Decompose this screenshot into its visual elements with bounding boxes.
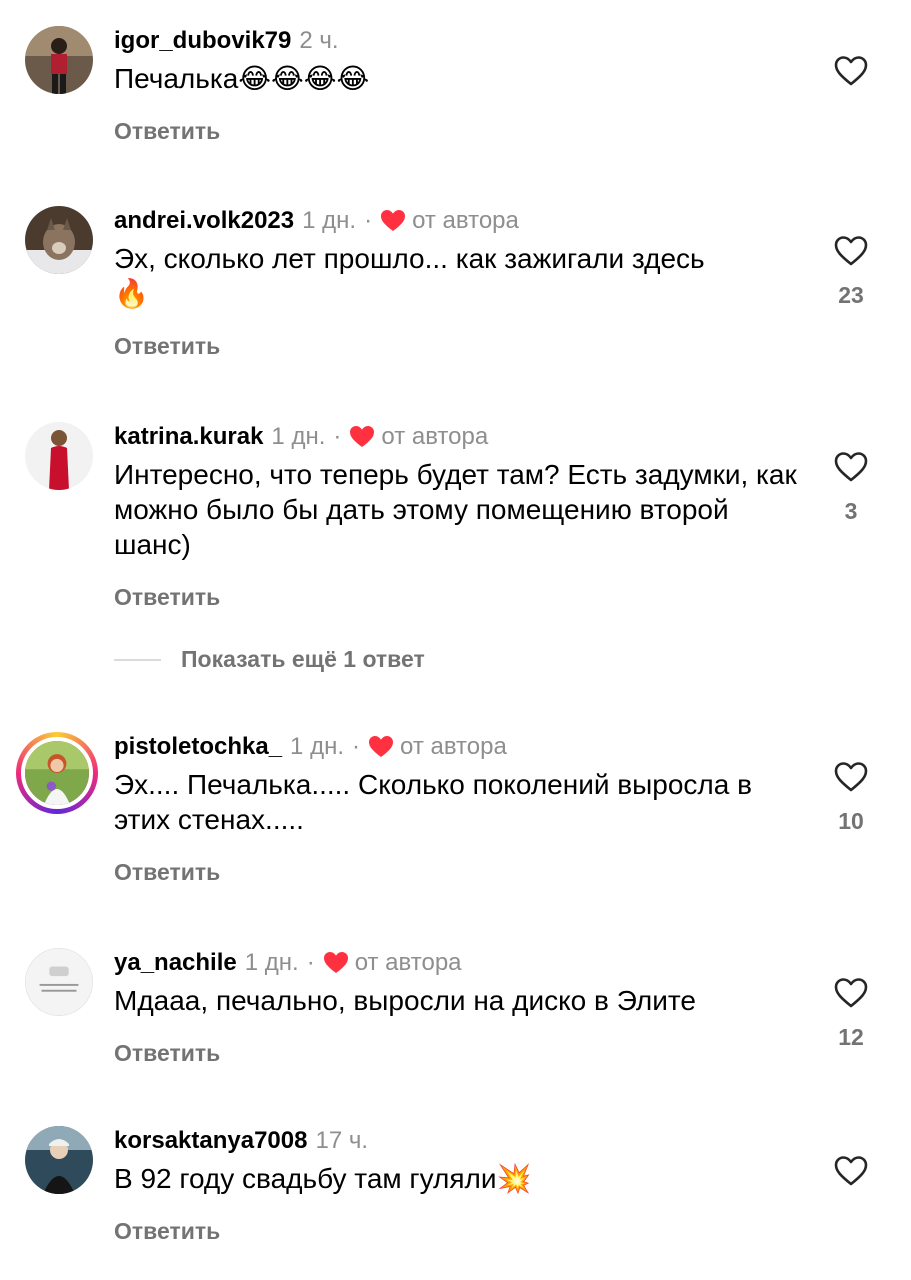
avatar-image bbox=[25, 1126, 93, 1194]
avatar[interactable] bbox=[25, 1126, 93, 1194]
reply-button[interactable]: Ответить bbox=[114, 118, 801, 145]
heart-outline-icon bbox=[834, 978, 868, 1008]
avatar-image bbox=[25, 206, 93, 274]
username[interactable]: pistoletochka_ bbox=[114, 732, 282, 762]
comment-text: Эх.... Печалька..... Сколько поколений в… bbox=[114, 769, 752, 835]
like-button[interactable] bbox=[831, 56, 871, 86]
heart-outline-icon bbox=[834, 1156, 868, 1186]
comment-text: Интересно, что теперь будет там? Есть за… bbox=[114, 459, 797, 560]
author-liked-label: от автора bbox=[412, 207, 519, 234]
timestamp: 1 дн. bbox=[244, 949, 299, 976]
separator-dot: · bbox=[364, 207, 373, 234]
show-more-replies-label: Показать ещё 1 ответ bbox=[181, 646, 425, 672]
divider-line bbox=[114, 658, 161, 661]
laughing-emoji-icon: 😂😂😂😂 bbox=[238, 63, 370, 94]
heart-outline-icon bbox=[834, 762, 868, 792]
comment-text: Эх, сколько лет прошло... как зажигали з… bbox=[114, 241, 801, 311]
heart-filled-icon bbox=[381, 210, 406, 231]
separator-dot: · bbox=[352, 733, 360, 760]
comment-text-content: Эх, сколько лет прошло... как зажигали з… bbox=[114, 243, 705, 274]
comment-text: Мдааа, печально, выросли на диско в Элит… bbox=[114, 985, 696, 1016]
username[interactable]: igor_dubovik79 bbox=[114, 26, 291, 56]
fire-emoji-icon: 🔥 bbox=[114, 278, 149, 309]
timestamp: 1 дн. bbox=[271, 423, 326, 450]
like-button[interactable] bbox=[831, 1156, 871, 1186]
separator-dot: · bbox=[333, 423, 342, 450]
heart-filled-icon bbox=[369, 736, 393, 757]
like-button[interactable]: 3 bbox=[831, 452, 871, 525]
username[interactable]: andrei.volk2023 bbox=[114, 206, 294, 236]
like-button[interactable]: 23 bbox=[831, 236, 871, 309]
like-button[interactable]: 12 bbox=[831, 978, 871, 1051]
separator-dot: · bbox=[306, 949, 315, 976]
comment-text: Печалька😂😂😂😂 bbox=[114, 61, 801, 96]
username[interactable]: ya_nachile bbox=[114, 948, 237, 978]
avatar-image bbox=[25, 741, 89, 805]
reply-button[interactable]: Ответить bbox=[114, 1040, 801, 1067]
heart-filled-icon bbox=[323, 952, 348, 973]
show-more-replies-button[interactable]: Показать ещё 1 ответ bbox=[114, 646, 425, 673]
comment-text-content: Печалька bbox=[114, 63, 239, 94]
like-count: 23 bbox=[838, 282, 864, 308]
avatar[interactable] bbox=[25, 206, 93, 274]
author-liked-label: от автора bbox=[381, 423, 489, 450]
avatar-image bbox=[25, 26, 93, 94]
avatar-story-ring[interactable] bbox=[16, 732, 98, 814]
comment-text: В 92 году свадьбу там гуляли💥 bbox=[114, 1161, 801, 1196]
like-count: 3 bbox=[844, 498, 858, 524]
timestamp: 2 ч. bbox=[299, 27, 339, 54]
collision-emoji-icon: 💥 bbox=[496, 1163, 532, 1194]
avatar-image bbox=[26, 949, 92, 1015]
reply-button[interactable]: Ответить bbox=[114, 859, 801, 886]
heart-outline-icon bbox=[834, 56, 868, 86]
heart-outline-icon bbox=[834, 452, 868, 482]
username[interactable]: korsaktanya7008 bbox=[114, 1126, 307, 1156]
timestamp: 1 дн. bbox=[290, 733, 344, 760]
heart-filled-icon bbox=[350, 426, 375, 447]
avatar[interactable] bbox=[25, 948, 93, 1016]
avatar[interactable] bbox=[25, 26, 93, 94]
timestamp: 1 дн. bbox=[302, 207, 357, 234]
reply-button[interactable]: Ответить bbox=[114, 1218, 801, 1245]
like-count: 10 bbox=[838, 808, 864, 834]
timestamp: 17 ч. bbox=[315, 1127, 369, 1154]
like-button[interactable]: 10 bbox=[831, 762, 871, 835]
avatar-image bbox=[25, 422, 93, 490]
avatar[interactable] bbox=[25, 422, 93, 490]
reply-button[interactable]: Ответить bbox=[114, 333, 801, 360]
comment-text-content: В 92 году свадьбу там гуляли bbox=[114, 1163, 497, 1194]
like-count: 12 bbox=[838, 1024, 864, 1050]
username[interactable]: katrina.kurak bbox=[114, 422, 263, 452]
reply-button[interactable]: Ответить bbox=[114, 584, 801, 611]
heart-outline-icon bbox=[834, 236, 868, 266]
author-liked-label: от автора bbox=[400, 733, 507, 760]
author-liked-label: от автора bbox=[354, 949, 462, 976]
